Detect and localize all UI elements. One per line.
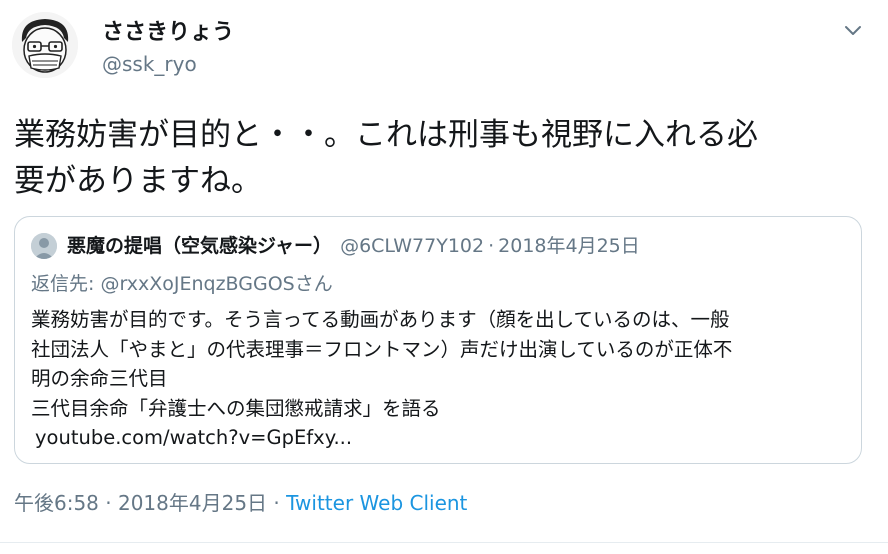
quote-avatar[interactable] bbox=[31, 233, 57, 259]
chevron-down-icon bbox=[845, 26, 861, 35]
quote-line: 業務妨害が目的です。そう言ってる動画があります（顔を出しているのは、一般 bbox=[31, 308, 730, 331]
display-name[interactable]: ささきりょう bbox=[102, 18, 234, 48]
quote-line: 明の余命三代目 bbox=[31, 367, 168, 390]
tweet-meta: 午後6:58 · 2018年4月25日 · Twitter Web Client bbox=[14, 488, 467, 518]
quote-handle: @6CLW77Y102 bbox=[340, 235, 485, 257]
more-options-button[interactable] bbox=[842, 22, 864, 40]
quote-line: 三代目余命「弁護士への集団懲戒請求」を語る bbox=[31, 396, 441, 420]
user-handle[interactable]: @ssk_ryo bbox=[102, 50, 197, 78]
default-avatar-icon bbox=[31, 233, 57, 259]
cartoon-face-icon bbox=[12, 12, 78, 78]
quote-body: 業務妨害が目的です。そう言ってる動画があります（顔を出しているのは、一般 社団法… bbox=[31, 305, 851, 453]
tweet-timestamp[interactable]: 午後6:58 · 2018年4月25日 bbox=[14, 491, 267, 515]
quoted-tweet-card[interactable]: 悪魔の提唱（空気感染ジャー） @6CLW77Y102 · 2018年4月25日 返信先… bbox=[14, 216, 862, 464]
meta-separator: · bbox=[267, 491, 287, 515]
quote-header: 悪魔の提唱（空気感染ジャー） @6CLW77Y102 · 2018年4月25日 bbox=[67, 231, 640, 261]
quote-display-name: 悪魔の提唱（空気感染ジャー） bbox=[67, 235, 333, 257]
client-link[interactable]: Twitter Web Client bbox=[286, 491, 467, 515]
quote-line: 社団法人「やまと」の代表理事＝フロントマン）声だけ出演しているのが正体不 bbox=[31, 337, 733, 361]
divider bbox=[0, 542, 888, 543]
quote-link: youtube.com/watch?v=GpEfxy... bbox=[35, 426, 353, 449]
quote-reply-to: 返信先: @rxxXoJEnqzBGGOSさん bbox=[31, 273, 333, 295]
quote-separator: · bbox=[488, 235, 495, 257]
quote-date: 2018年4月25日 bbox=[498, 235, 640, 257]
avatar[interactable] bbox=[12, 12, 78, 78]
tweet-text: 業務妨害が目的と・・。これは刑事も視野に入れる必 要がありますね。 bbox=[14, 117, 758, 199]
